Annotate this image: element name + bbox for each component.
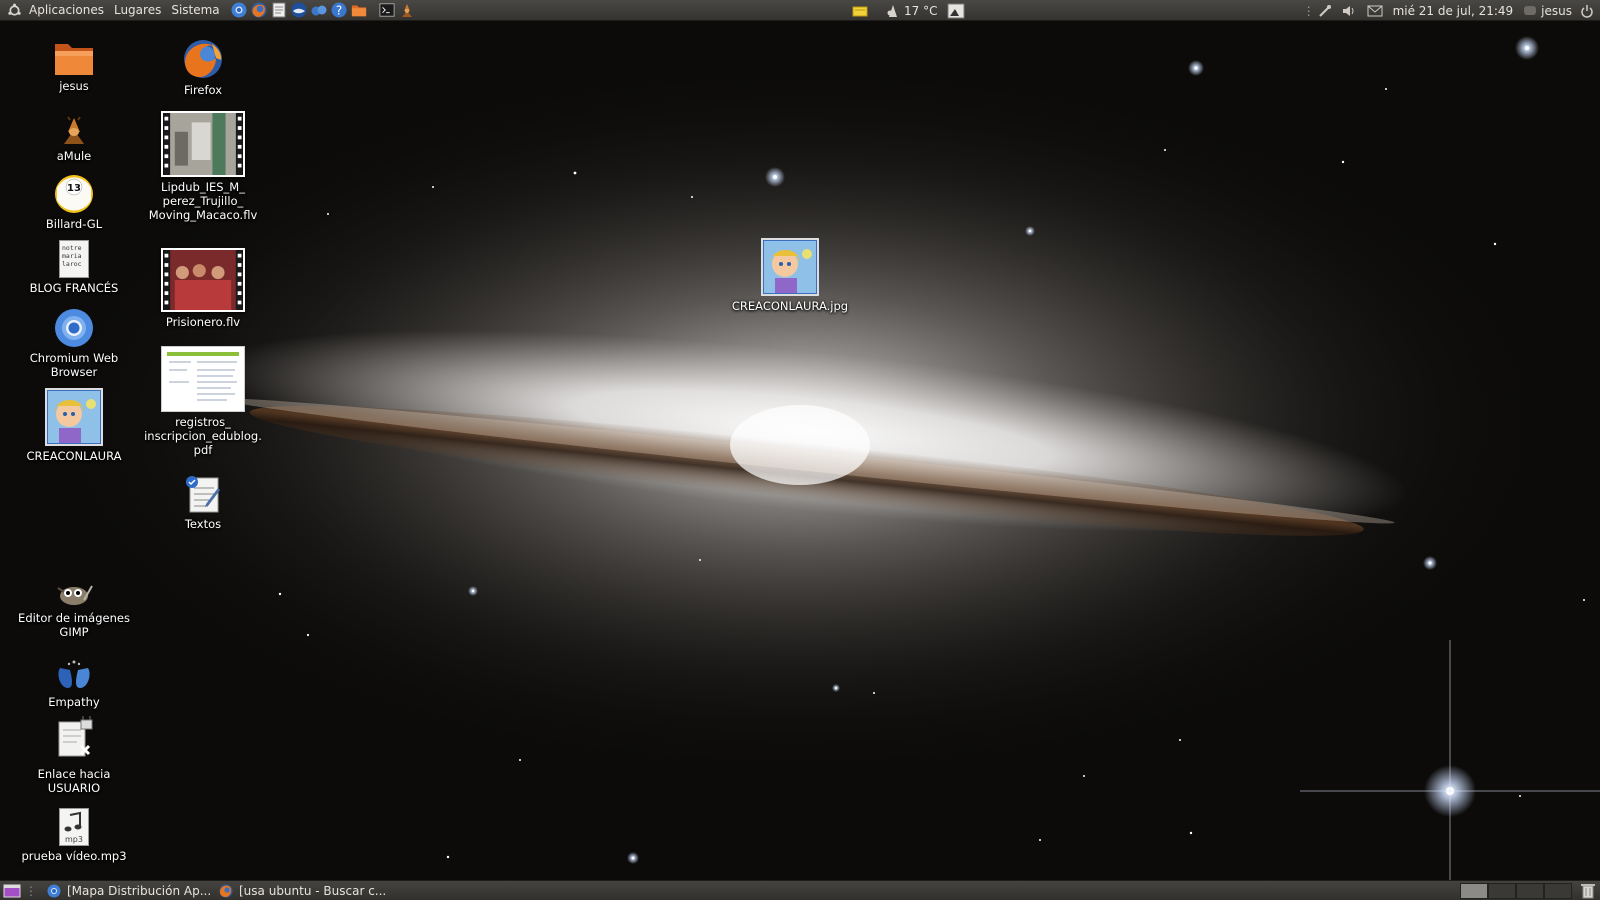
doc-thumb-line: maria (62, 252, 82, 260)
desktop-icon-label: jesus (59, 79, 89, 93)
firefox-icon (219, 884, 233, 897)
taskbar-item[interactable]: [usa ubuntu - Buscar c... (213, 882, 385, 900)
amule-icon (59, 116, 89, 146)
screenshot-icon[interactable] (947, 3, 965, 19)
desktop-icon-registros-pdf[interactable]: registros_ inscripcion_edublog. pdf (143, 346, 263, 457)
folder-launcher-icon[interactable] (351, 2, 367, 18)
text-editor-icon (184, 474, 222, 514)
billiard-ball-icon: 13 (54, 174, 94, 214)
empathy-icon (54, 658, 94, 692)
workspace-3[interactable] (1516, 883, 1544, 899)
desktop-icon-label: Textos (184, 517, 222, 531)
desktop-icon-label: Empathy (48, 695, 100, 709)
cartoon-image-icon (761, 238, 819, 296)
workspace-4[interactable] (1544, 883, 1572, 899)
desktop-icon-label: Prisionero.flv (165, 315, 241, 329)
firefox-icon (182, 38, 224, 80)
user-name[interactable]: jesus (1541, 4, 1572, 18)
video-thumbnail-icon (161, 248, 245, 312)
chromium-icon (47, 884, 61, 897)
terminal-launcher-icon[interactable] (379, 2, 395, 18)
chromium-icon (54, 308, 94, 348)
bottom-panel: ⋮ [Mapa Distribución Ap... [usa ubuntu -… (0, 880, 1600, 900)
desktop-icon-creaconlaura[interactable]: CREACONLAURA (14, 388, 134, 463)
amule-launcher-icon[interactable] (399, 2, 415, 18)
mp3-file-icon: mp3 (59, 808, 89, 846)
notes-icon[interactable] (852, 4, 868, 18)
workspace-1[interactable] (1460, 883, 1488, 899)
desktop-icon-label: CREACONLAURA (26, 449, 122, 463)
system-menu[interactable]: Sistema (166, 0, 224, 21)
taskbar-item-label: [Mapa Distribución Ap... (67, 883, 212, 898)
workspace-switcher (1460, 883, 1572, 899)
panel-center-tray: 17 °C (852, 0, 965, 21)
desktop-icon-firefox[interactable]: Firefox (143, 38, 263, 97)
firefox-launcher-icon[interactable] (251, 2, 267, 18)
applications-menu[interactable]: Aplicaciones (24, 0, 109, 21)
desktop-icon-amule[interactable]: aMule (14, 116, 134, 163)
weather-temperature[interactable]: 17 °C (904, 4, 937, 18)
chat-status-icon[interactable] (1523, 5, 1537, 17)
desktop-icon-empathy[interactable]: Empathy (14, 658, 134, 709)
desktop-icon-lipdub-flv[interactable]: Lipdub_IES_M_ perez_Trujillo_ Moving_Mac… (143, 111, 263, 222)
desktop-icon-label: Editor de imágenes GIMP (18, 611, 130, 639)
broken-link-icon (51, 716, 97, 764)
gimp-icon (54, 578, 94, 608)
desktop-icon-enlace-usuario[interactable]: Enlace hacia USUARIO (14, 716, 134, 795)
thunderbird-launcher-icon[interactable] (291, 2, 307, 18)
panel-launchers: ? (229, 2, 417, 18)
workspace-2[interactable] (1488, 883, 1516, 899)
trash-icon[interactable] (1580, 882, 1596, 899)
weather-icon[interactable] (886, 4, 900, 18)
text-editor-launcher-icon[interactable] (271, 2, 287, 18)
top-panel: Aplicaciones Lugares Sistema ? 17 °C ⋮ m… (0, 0, 1600, 21)
chromium-launcher-icon[interactable] (231, 2, 247, 18)
network-icon[interactable] (1317, 3, 1333, 19)
volume-icon[interactable] (1341, 3, 1357, 19)
desktop-icon-label: Chromium Web Browser (29, 351, 119, 379)
pdf-thumbnail-icon (161, 346, 245, 412)
doc-thumb-line: notre (62, 244, 82, 252)
doc-thumb-line: laroc (62, 260, 82, 268)
desktop-icon-label: Enlace hacia USUARIO (37, 767, 111, 795)
clock[interactable]: mié 21 de jul, 21:49 (1393, 4, 1514, 18)
desktop-icon-label: Lipdub_IES_M_ perez_Trujillo_ Moving_Mac… (148, 180, 258, 222)
desktop-icon-prisionero-flv[interactable]: Prisionero.flv (143, 248, 263, 329)
desktop-icon-gimp[interactable]: Editor de imágenes GIMP (14, 578, 134, 639)
desktop-icon-prueba-video-mp3[interactable]: mp3 prueba vídeo.mp3 (14, 808, 134, 863)
desktop-icon-jesus[interactable]: jesus (14, 40, 134, 93)
taskbar-item-label: [usa ubuntu - Buscar c... (239, 883, 385, 898)
show-desktop-icon[interactable] (3, 884, 21, 898)
mp3-badge: mp3 (65, 835, 83, 844)
desktop-icon-chromium[interactable]: Chromium Web Browser (14, 308, 134, 379)
help-launcher-icon[interactable]: ? (331, 2, 347, 18)
pidgin-launcher-icon[interactable] (311, 2, 327, 18)
desktop-icon-label: registros_ inscripcion_edublog. pdf (144, 415, 262, 457)
desktop-icon-label: BLOG FRANCÉS (29, 281, 119, 295)
desktop-icon-label: Firefox (183, 83, 223, 97)
mail-icon[interactable] (1367, 5, 1383, 17)
desktop-icon-billard-gl[interactable]: 13 Billard-GL (14, 174, 134, 231)
svg-text:13: 13 (67, 183, 81, 194)
desktop-icon-textos[interactable]: Textos (143, 474, 263, 531)
svg-text:?: ? (335, 4, 341, 18)
desktop-icon-label: CREACONLAURA.jpg (731, 299, 849, 313)
ubuntu-logo-icon[interactable] (7, 3, 22, 18)
desktop-icon-label: Billard-GL (45, 217, 103, 231)
cartoon-image-icon (45, 388, 103, 446)
video-thumbnail-icon (161, 111, 245, 177)
places-menu[interactable]: Lugares (109, 0, 166, 21)
text-document-icon: notre maria laroc (59, 240, 89, 278)
desktop-icon-blog-frances[interactable]: notre maria laroc BLOG FRANCÉS (14, 240, 134, 295)
taskbar-item[interactable]: [Mapa Distribución Ap... (41, 882, 213, 900)
desktop-icon-label: aMule (56, 149, 92, 163)
power-icon[interactable] (1580, 4, 1594, 18)
home-folder-icon (54, 40, 94, 76)
desktop-icon-label: prueba vídeo.mp3 (21, 849, 127, 863)
desktop-icon-creaconlaura-jpg[interactable]: CREACONLAURA.jpg (730, 238, 850, 313)
panel-right-tray: ⋮ mié 21 de jul, 21:49 jesus (1299, 0, 1600, 21)
